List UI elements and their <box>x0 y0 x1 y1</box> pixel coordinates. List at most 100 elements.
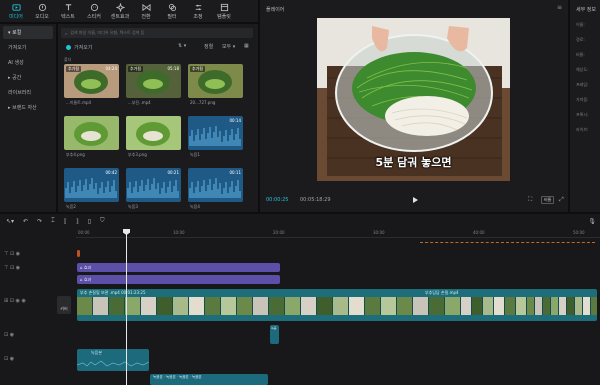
film-frame <box>516 297 527 315</box>
tool-transition[interactable]: 전환 <box>133 0 159 22</box>
redo-icon[interactable]: ↷ <box>37 218 42 225</box>
filter-dropdown[interactable]: 모두 ▾ <box>222 43 235 50</box>
duration-label: 00:21 <box>167 170 179 175</box>
film-frame <box>333 297 349 315</box>
audio-icon <box>38 3 46 11</box>
film-frame <box>445 297 461 315</box>
film-frame <box>365 297 381 315</box>
playhead[interactable] <box>126 230 127 385</box>
filter-label: 모두 <box>222 44 232 50</box>
tool-label: 미디어 <box>9 13 23 20</box>
tool-template[interactable]: 템플릿 <box>211 0 237 22</box>
menu-icon[interactable]: ≡ <box>557 4 562 11</box>
sort-button[interactable]: ⇅ ▾ <box>178 43 186 49</box>
duration-label: 05:18 <box>167 66 179 71</box>
import-icon <box>66 44 71 50</box>
tool-label: 스티커 <box>87 13 101 20</box>
sidebar-item-ai[interactable]: AI 생성 <box>3 56 53 69</box>
sidebar-item-local[interactable]: ▾ 로컬 <box>3 26 53 39</box>
media-tile-label: ...이들트.mp4 <box>66 100 92 105</box>
added-badge: 추가됨 <box>190 66 206 72</box>
detail-row: 가져옴: <box>576 97 589 102</box>
film-frame <box>381 297 397 315</box>
tick-label: 40:00 <box>473 230 485 235</box>
duration-label: 04:24 <box>105 66 117 71</box>
video-preview[interactable]: 5분 담궈 놓으면 <box>317 18 510 181</box>
tool-audio[interactable]: 오디오 <box>29 0 55 22</box>
film-frame <box>429 297 445 315</box>
media-tile[interactable]: 추가됨 <box>188 64 243 98</box>
detail-row: 라이브: <box>576 127 589 132</box>
media-tile[interactable]: 추가됨 04:24 <box>64 64 119 98</box>
tool-effects[interactable]: 센트효과 <box>107 0 133 22</box>
tool-label: 텍스트 <box>61 13 75 20</box>
added-badge: 추가됨 <box>128 66 144 72</box>
main-clip-label-2: 부추담담 손질.mp4 <box>425 290 459 295</box>
grid-view-icon[interactable]: ▦ <box>244 43 249 49</box>
track-header-text1: ⊤ ⊡ ◉ <box>4 251 21 257</box>
film-frame <box>483 297 494 315</box>
tool-adjust[interactable]: 조정 <box>185 0 211 22</box>
mic-icon[interactable]: 🎙 <box>588 218 596 225</box>
tick-label: 00:00 <box>78 230 90 235</box>
ratio-button[interactable]: 비율 <box>541 196 555 204</box>
audio-clip[interactable]: 녹음본 <box>77 349 149 371</box>
text-clip[interactable]: ⌂ 효과 <box>77 263 280 272</box>
shield-icon[interactable]: ⛉ <box>100 217 105 225</box>
tool-sticker[interactable]: 스티커 <box>81 0 107 22</box>
marker-clip[interactable] <box>77 250 80 257</box>
sort-label[interactable]: 정렬 <box>204 43 213 50</box>
media-tile[interactable]: 추가됨 05:18 <box>126 64 181 98</box>
tool-filter[interactable]: 필터 <box>159 0 185 22</box>
media-tile[interactable]: 00:11 <box>188 168 243 202</box>
play-button[interactable] <box>411 196 419 204</box>
film-frame <box>472 297 483 315</box>
select-tool-icon[interactable]: ↖▾ <box>6 218 14 225</box>
tool-label: 오디오 <box>35 13 49 20</box>
film-frame <box>591 297 597 315</box>
tick-label: 10:00 <box>173 230 185 235</box>
detail-row: 이름: <box>576 22 585 27</box>
film-frame <box>189 297 205 315</box>
thumbnail <box>136 122 170 146</box>
audio-clip-small[interactable]: 녹음 <box>270 325 279 344</box>
search-icon: ⌕ <box>65 30 68 36</box>
tool-label: 조정 <box>193 13 203 20</box>
marker-strip <box>420 242 595 243</box>
undo-icon[interactable]: ↶ <box>23 218 28 225</box>
text-clip-label: 효과 <box>83 265 92 270</box>
detail-row: 해상도: <box>576 67 589 72</box>
audio-clip-row[interactable]: 녹음본 · 녹음본 · 녹음본 · 녹음본 <box>150 374 268 385</box>
tool-text[interactable]: 텍스트 <box>55 0 81 22</box>
media-tile[interactable]: 00:14 <box>188 116 243 150</box>
sidebar-item-brand[interactable]: ▸ 브랜드 자산 <box>3 101 53 114</box>
split-right-icon[interactable]: ⟧ <box>76 218 79 225</box>
text-clip[interactable]: ⌂ 효과 <box>77 275 280 284</box>
ruler[interactable]: 00:00 10:00 20:00 30:00 40:00 50:00 <box>76 230 600 238</box>
media-tile-label: ...부진..mp4 <box>128 100 151 105</box>
import-button[interactable]: 가져오기 <box>66 43 92 51</box>
split-icon[interactable]: ⌶ <box>51 217 55 225</box>
media-tile[interactable] <box>126 116 181 150</box>
tool-media[interactable]: 미디어 <box>3 0 29 22</box>
film-frame <box>269 297 285 315</box>
media-tile-label: 녹음3 <box>128 204 138 209</box>
adjust-icon <box>195 4 201 10</box>
split-left-icon[interactable]: ⟦ <box>64 218 67 225</box>
sidebar-item-library[interactable]: 라이브러리 <box>3 86 53 99</box>
media-tile[interactable]: 00:21 <box>126 168 181 202</box>
sidebar-item-space[interactable]: ▸ 공간 <box>3 71 53 84</box>
delete-icon[interactable]: ▯ <box>88 218 91 225</box>
player-panel: 플레이어 ≡ 5분 담궈 놓으면 00:00:25 00:05:18:29 ⛶ … <box>260 0 568 212</box>
fullscreen-icon[interactable]: ⤢ <box>559 196 564 204</box>
media-tile[interactable] <box>64 116 119 150</box>
media-tile[interactable]: 00:42 <box>64 168 119 202</box>
film-frame <box>535 297 543 315</box>
film-frame <box>77 297 93 315</box>
cover-button[interactable]: 커버 <box>57 296 71 314</box>
search-input[interactable]: ⌕ 검색 파일 이름, 미디어 유형, 텍스트 검색 등 <box>61 28 253 38</box>
film-frame <box>237 297 253 315</box>
sidebar-item-import[interactable]: 가져오기 <box>3 41 53 54</box>
fit-icon[interactable]: ⛶ <box>528 196 532 204</box>
main-video-clip[interactable]: 부추 손질및 보관 .mp4 00:01:23:25 부추담담 손질.mp4 <box>77 289 597 321</box>
